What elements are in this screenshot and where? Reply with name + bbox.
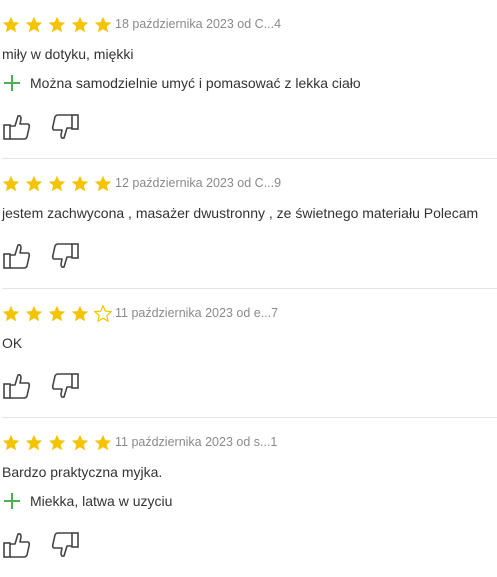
review-card: 11 października 2023 od e...7 OK — [2, 305, 497, 405]
review-card: 12 października 2023 od C...9 jestem zac… — [2, 175, 497, 275]
thumbs-down-icon[interactable] — [50, 112, 80, 142]
review-date-author: 18 października 2023 od C...4 — [115, 17, 282, 31]
review-text: Bardzo praktyczna myjka. — [2, 464, 163, 480]
review-votes — [2, 530, 80, 560]
plus-icon — [4, 493, 20, 509]
star-filled-icon — [94, 175, 112, 192]
thumbs-up-icon[interactable] — [2, 112, 32, 142]
review-pro: Miekka, latwa w uzyciu — [2, 493, 172, 509]
review-date-author: 11 października 2023 od s...1 — [115, 435, 278, 449]
review-date-author: 11 października 2023 od e...7 — [115, 306, 279, 320]
thumbs-up-icon[interactable] — [2, 371, 32, 401]
thumbs-up-icon[interactable] — [2, 241, 32, 271]
star-filled-icon — [71, 305, 89, 322]
thumbs-up-icon[interactable] — [2, 530, 32, 560]
review-text: OK — [2, 335, 23, 351]
review-votes — [2, 112, 80, 142]
review-card: 18 października 2023 od C...4 miły w dot… — [2, 16, 497, 146]
rating-stars — [2, 434, 117, 454]
star-filled-icon — [25, 434, 43, 451]
star-filled-icon — [2, 434, 20, 451]
star-filled-icon — [48, 16, 66, 33]
star-filled-icon — [71, 16, 89, 33]
review-votes — [2, 371, 80, 401]
plus-icon — [4, 75, 20, 91]
star-filled-icon — [71, 175, 89, 192]
rating-stars — [2, 175, 117, 195]
thumbs-down-icon[interactable] — [50, 241, 80, 271]
star-filled-icon — [25, 175, 43, 192]
review-divider — [2, 158, 497, 159]
star-filled-icon — [2, 175, 20, 192]
review-date-author: 12 października 2023 od C...9 — [115, 176, 282, 190]
star-filled-icon — [25, 16, 43, 33]
star-filled-icon — [48, 175, 66, 192]
star-filled-icon — [2, 16, 20, 33]
star-filled-icon — [94, 16, 112, 33]
star-filled-icon — [71, 434, 89, 451]
review-pro-text: Miekka, latwa w uzyciu — [30, 493, 173, 509]
review-divider — [2, 288, 497, 289]
rating-stars — [2, 305, 117, 325]
thumbs-down-icon[interactable] — [50, 530, 80, 560]
review-votes — [2, 241, 80, 271]
review-divider — [2, 417, 497, 418]
review-pro-text: Można samodzielnie umyć i pomasować z le… — [30, 75, 361, 91]
star-filled-icon — [94, 434, 112, 451]
review-card: 11 października 2023 od s...1 Bardzo pra… — [2, 434, 497, 564]
star-empty-icon — [94, 305, 112, 323]
star-filled-icon — [48, 305, 66, 322]
star-filled-icon — [2, 305, 20, 322]
review-pro: Można samodzielnie umyć i pomasować z le… — [2, 75, 361, 91]
star-filled-icon — [25, 305, 43, 322]
review-text: jestem zachwycona , masażer dwustronny ,… — [2, 205, 479, 221]
rating-stars — [2, 16, 117, 36]
star-filled-icon — [48, 434, 66, 451]
review-text: miły w dotyku, miękki — [2, 46, 134, 62]
thumbs-down-icon[interactable] — [50, 371, 80, 401]
